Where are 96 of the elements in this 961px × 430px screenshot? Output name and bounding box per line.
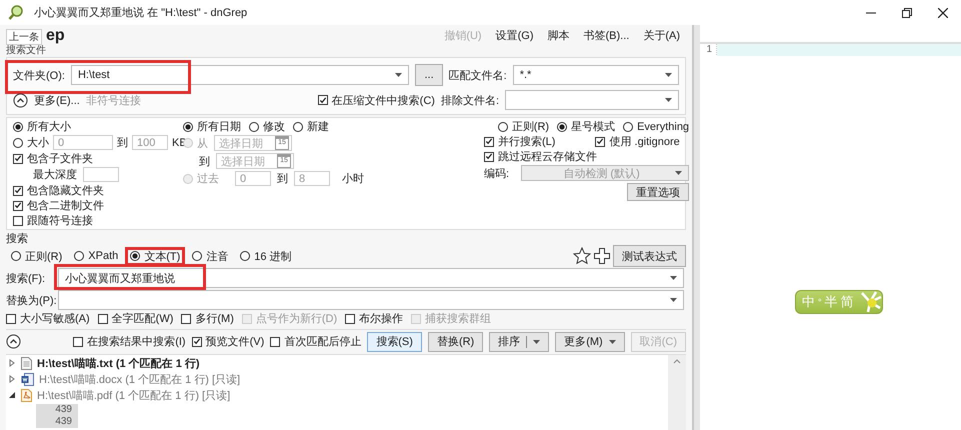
file-pattern-label: 匹配文件名: bbox=[448, 68, 507, 82]
replace-field[interactable] bbox=[58, 290, 684, 310]
radio-button[interactable]: 16 进制 bbox=[240, 250, 292, 262]
ime-width: 半 bbox=[824, 293, 838, 311]
checkmark-icon bbox=[192, 337, 201, 346]
checkbox[interactable]: 首次匹配后停止 bbox=[270, 335, 362, 348]
checkbox[interactable]: 多行(M) bbox=[181, 312, 234, 325]
line-number: 439 bbox=[36, 416, 78, 428]
checkbox[interactable]: 跟随符号连接 bbox=[13, 214, 93, 227]
result-file[interactable]: H:\test\喵喵.pdf (1 个匹配在 1 行) [只读] bbox=[37, 388, 230, 402]
radio-button[interactable]: Everything bbox=[623, 120, 690, 133]
word-document-icon bbox=[21, 372, 34, 386]
test-expression-button[interactable]: 测试表达式 bbox=[613, 245, 686, 267]
window-title: 小心翼翼而又郑重地说 在 "H:\test" - dnGrep bbox=[34, 6, 248, 20]
caret-icon bbox=[665, 73, 672, 77]
pdf-document-icon bbox=[21, 388, 32, 402]
toolbar-button[interactable]: 搜索(S) bbox=[367, 332, 422, 352]
radio-button[interactable]: 大小 bbox=[13, 136, 49, 149]
ime-punctuation: ° bbox=[818, 297, 822, 307]
radio-button[interactable]: 文本(T) bbox=[130, 250, 180, 262]
search-label: 搜索(F): bbox=[6, 272, 46, 286]
app-name: ep bbox=[46, 27, 65, 45]
checkmark-icon bbox=[596, 137, 604, 146]
max-depth-label: 最大深度 bbox=[33, 168, 77, 182]
checkbox[interactable]: 在搜索结果中搜索(I) bbox=[73, 335, 186, 348]
radio-button[interactable]: XPath bbox=[74, 250, 118, 262]
document-icon bbox=[21, 356, 32, 370]
checkbox[interactable]: 预览文件(V) bbox=[192, 335, 264, 348]
caret-icon bbox=[670, 298, 677, 302]
caret-icon bbox=[670, 276, 677, 280]
restore-icon bbox=[902, 8, 912, 18]
plus-icon[interactable] bbox=[593, 247, 611, 265]
radio-button[interactable]: 修改 bbox=[249, 120, 285, 133]
range-label: 到 bbox=[277, 172, 288, 186]
caret-icon bbox=[675, 171, 682, 175]
unit-label: 小时 bbox=[342, 172, 364, 186]
radio-button[interactable]: 所有日期 bbox=[183, 120, 241, 133]
radio-button[interactable]: 正则(R) bbox=[11, 250, 62, 262]
checkbox[interactable]: 布尔操作 bbox=[345, 312, 404, 325]
collapse-icon[interactable] bbox=[6, 334, 21, 349]
folder-field[interactable]: H:\test bbox=[70, 65, 410, 85]
date-to-label: 到 bbox=[199, 154, 210, 168]
checkbox[interactable]: 大小写敏感(A) bbox=[6, 312, 90, 325]
close-icon bbox=[938, 8, 948, 18]
caret-icon bbox=[395, 73, 402, 77]
star-icon[interactable] bbox=[573, 247, 591, 265]
expander-icon[interactable] bbox=[8, 391, 16, 399]
browse-button[interactable]: ... bbox=[415, 64, 443, 86]
section-label: 搜索文件 bbox=[6, 45, 46, 57]
toolbar-button[interactable]: 替换(R) bbox=[428, 332, 484, 352]
menu-item[interactable]: 设置(G) bbox=[496, 28, 534, 42]
checkbox[interactable]: 包含二进制文件 bbox=[13, 199, 104, 212]
checkmark-icon bbox=[14, 154, 22, 163]
app-icon bbox=[8, 4, 24, 20]
ime-mode: 中 bbox=[802, 293, 815, 311]
flower-icon bbox=[858, 291, 882, 313]
radio-button[interactable]: 所有大小 bbox=[13, 120, 71, 133]
sort-button[interactable]: 排序 bbox=[489, 332, 550, 352]
max-depth-field[interactable] bbox=[83, 167, 119, 182]
radio-button[interactable]: 新建 bbox=[293, 120, 329, 133]
section-label: 搜索 bbox=[6, 233, 29, 245]
ime-script: 简 bbox=[840, 293, 854, 311]
radio-button[interactable]: 注音 bbox=[192, 250, 228, 262]
checkbox[interactable]: 在压缩文件中搜索(C) bbox=[318, 94, 435, 106]
file-pattern-field[interactable]: *.* bbox=[512, 65, 679, 85]
caret-icon bbox=[608, 340, 616, 344]
tooltip: 上一条 bbox=[6, 29, 42, 45]
checkmark-icon bbox=[318, 96, 327, 104]
menu-item[interactable]: 书签(B)... bbox=[583, 28, 630, 42]
collapse-icon[interactable] bbox=[13, 92, 28, 108]
result-file[interactable]: H:\test\喵喵.docx (1 个匹配在 1 行) [只读] bbox=[39, 372, 240, 386]
scrollbar[interactable] bbox=[668, 354, 686, 430]
checkbox[interactable]: 包含子文件夹 bbox=[13, 152, 93, 165]
result-file[interactable]: H:\test\喵喵.txt (1 个匹配在 1 行) bbox=[37, 356, 200, 370]
more-options-toggle[interactable]: 更多(E)... bbox=[34, 92, 80, 108]
folder-label: 文件夹(O): bbox=[13, 68, 65, 82]
exclude-label: 排除文件名: bbox=[440, 94, 499, 108]
reset-options-button[interactable]: 重置选项 bbox=[627, 183, 690, 201]
checkbox[interactable]: 全字匹配(W) bbox=[98, 312, 174, 325]
checkbox[interactable]: 并行搜索(L) bbox=[484, 135, 556, 148]
encoding-label: 编码: bbox=[484, 166, 510, 180]
exclude-field[interactable] bbox=[505, 90, 679, 110]
menu-item[interactable]: 关于(A) bbox=[643, 28, 680, 42]
radio-button[interactable]: 正则(R) bbox=[498, 120, 550, 133]
menu-item[interactable]: 脚本 bbox=[547, 28, 570, 42]
caret-icon bbox=[533, 340, 540, 344]
caret-icon bbox=[665, 98, 672, 102]
radio-button[interactable]: 星号模式 bbox=[557, 120, 616, 133]
scroll-up-icon[interactable] bbox=[673, 358, 681, 364]
search-field[interactable]: 小心翼翼而又郑重地说 bbox=[58, 268, 684, 288]
checkbox[interactable]: 跳过远程云存储文件 bbox=[484, 150, 597, 163]
more-menu-button[interactable]: 更多(M) bbox=[555, 332, 625, 352]
line-number: 439 bbox=[36, 404, 78, 416]
checkbox[interactable]: 包含隐藏文件夹 bbox=[13, 184, 104, 197]
range-label: 到 bbox=[117, 136, 128, 150]
checkbox[interactable]: 使用 .gitignore bbox=[595, 135, 680, 148]
